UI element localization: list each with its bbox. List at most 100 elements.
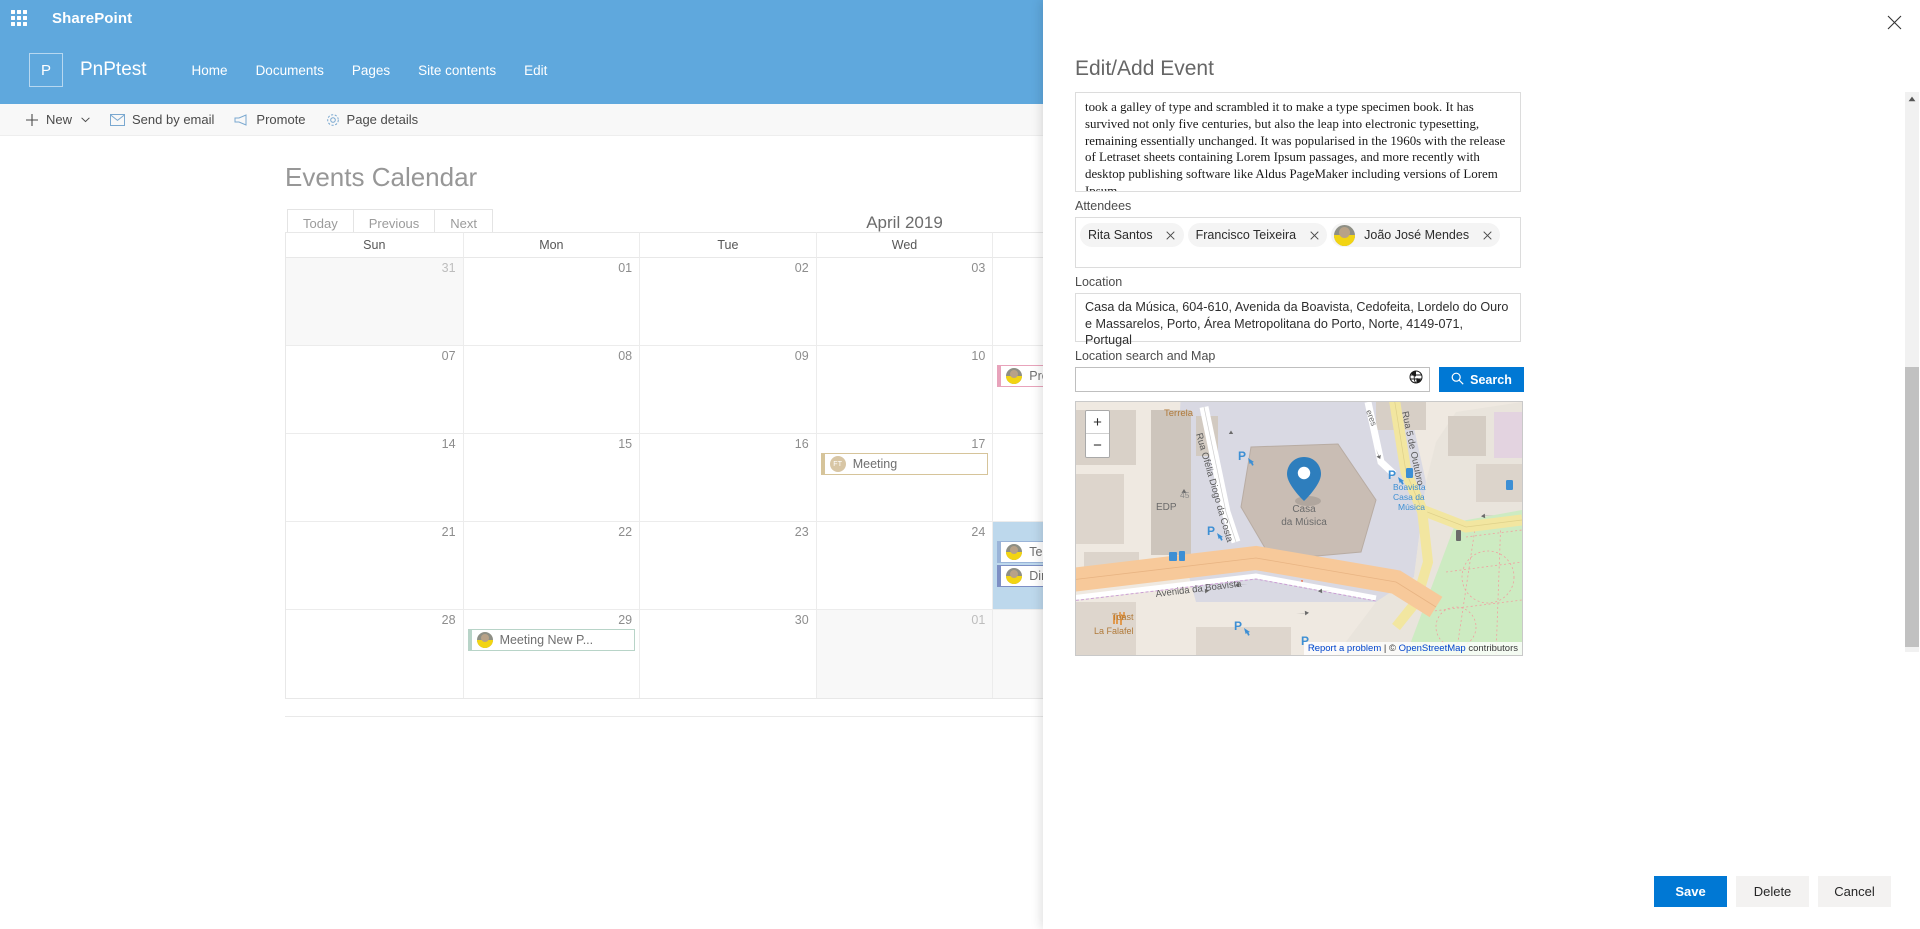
weekday-wed: Wed (815, 232, 993, 258)
scroll-up-arrow[interactable] (1905, 92, 1919, 106)
search-input[interactable] (1084, 371, 1409, 388)
attendees-field[interactable]: Rita Santos Francisco Teixeira João José… (1075, 217, 1521, 268)
scrollbar-thumb[interactable] (1905, 367, 1919, 647)
calendar-day-cell[interactable]: 07 (286, 346, 463, 434)
map-zoom-controls: + − (1085, 410, 1110, 458)
nav-item-site-contents[interactable]: Site contents (404, 57, 510, 84)
calendar-day-cell[interactable]: 01 (815, 610, 993, 698)
calendar-day-cell[interactable]: 01 (462, 258, 640, 346)
day-number: 01 (618, 261, 633, 275)
zoom-out-button[interactable]: − (1086, 434, 1109, 457)
nav-item-home[interactable]: Home (178, 57, 242, 84)
edit-event-panel: Edit/Add Event took a galley of type and… (1043, 0, 1920, 929)
calendar-day-cell[interactable]: 22 (462, 522, 640, 610)
nav-item-pages[interactable]: Pages (338, 57, 404, 84)
day-number: 24 (971, 525, 986, 539)
gear-icon (326, 113, 340, 127)
svg-text:P: P (1238, 449, 1246, 463)
day-number: 16 (794, 437, 809, 451)
day-number: 21 (441, 525, 456, 539)
calendar-day-cell[interactable]: 16 (639, 434, 816, 522)
location-map[interactable]: PP PP P Terrela EDP 45 Casa da Música La… (1075, 401, 1523, 656)
svg-text:Casa da: Casa da (1393, 492, 1425, 502)
page-details-label: Page details (346, 112, 419, 127)
calendar-day-cell[interactable]: 10 (815, 346, 993, 434)
openstreetmap-link[interactable]: OpenStreetMap (1399, 643, 1466, 654)
day-number: 14 (441, 437, 456, 451)
calendar-event[interactable]: Meeting New P... (467, 629, 636, 651)
avatar (1006, 544, 1023, 560)
page-title: Events Calendar (285, 162, 478, 192)
send-by-email-button[interactable]: Send by email (101, 108, 223, 131)
promote-label: Promote (256, 112, 306, 127)
send-by-email-label: Send by email (132, 112, 215, 127)
calendar-day-cell[interactable]: 03 (815, 258, 993, 346)
day-number: 01 (971, 613, 986, 627)
nav-item-documents[interactable]: Documents (242, 57, 338, 84)
weekday-sun: Sun (286, 232, 463, 258)
day-number: 17 (971, 437, 986, 451)
panel-scrollbar[interactable] (1905, 92, 1919, 652)
nav-item-edit[interactable]: Edit (510, 57, 561, 84)
close-icon[interactable] (1877, 5, 1911, 39)
remove-attendee-icon[interactable] (1478, 226, 1496, 244)
calendar-day-cell[interactable]: 28 (286, 610, 463, 698)
remove-attendee-icon[interactable] (1305, 226, 1323, 244)
site-logo[interactable]: P (29, 53, 63, 87)
avatar (1006, 568, 1023, 584)
weekday-mon: Mon (462, 232, 640, 258)
calendar-day-cell[interactable]: 14 (286, 434, 463, 522)
day-number: 22 (618, 525, 633, 539)
description-textarea[interactable]: took a galley of type and scrambled it t… (1075, 92, 1521, 192)
page-details-button[interactable]: Page details (317, 108, 428, 131)
envelope-icon (110, 113, 126, 126)
weekday-tue: Tue (639, 232, 816, 258)
svg-text:Música: Música (1398, 502, 1425, 512)
location-search-input[interactable] (1075, 367, 1430, 392)
location-search-row: Search (1075, 367, 1891, 392)
svg-text:P: P (1234, 619, 1242, 633)
calendar-day-cell[interactable]: 29 Meeting New P... (462, 610, 640, 698)
suite-title[interactable]: SharePoint (52, 10, 132, 27)
calendar-day-cell[interactable]: 02 (639, 258, 816, 346)
remove-attendee-icon[interactable] (1162, 226, 1180, 244)
location-label: Location (1075, 275, 1123, 289)
report-a-problem-link[interactable]: Report a problem (1308, 643, 1381, 654)
calendar-day-cell[interactable]: 23 (639, 522, 816, 610)
globe-icon[interactable] (1409, 370, 1423, 389)
plus-icon (25, 113, 39, 127)
delete-button[interactable]: Delete (1736, 875, 1809, 907)
calendar-event[interactable]: FT Meeting (820, 453, 989, 475)
panel-body: took a galley of type and scrambled it t… (1075, 92, 1891, 687)
svg-text:da Música: da Música (1281, 517, 1327, 528)
attendee-chip[interactable]: João José Mendes (1331, 223, 1501, 247)
save-button[interactable]: Save (1654, 875, 1727, 907)
svg-text:La Falafel: La Falafel (1094, 626, 1134, 636)
waffle-icon[interactable] (9, 8, 29, 28)
map-attribution: Report a problem | © OpenStreetMap contr… (1303, 642, 1522, 655)
calendar-day-cell[interactable]: 15 (462, 434, 640, 522)
new-button-label: New (46, 112, 73, 127)
calendar-day-cell[interactable]: 21 (286, 522, 463, 610)
site-name[interactable]: PnPtest (80, 59, 147, 81)
cancel-button[interactable]: Cancel (1818, 875, 1891, 907)
attendee-chip[interactable]: Francisco Teixeira (1187, 223, 1328, 247)
zoom-in-button[interactable]: + (1086, 411, 1109, 434)
day-number: 31 (441, 261, 456, 275)
chevron-down-icon (81, 116, 90, 123)
calendar-day-cell[interactable]: 31 (286, 258, 463, 346)
promote-button[interactable]: Promote (225, 108, 314, 131)
avatar: FT (829, 456, 846, 472)
search-button[interactable]: Search (1439, 367, 1524, 392)
location-textarea[interactable]: Casa da Música, 604-610, Avenida da Boav… (1075, 293, 1521, 347)
map-canvas: PP PP P Terrela EDP 45 Casa da Música La… (1076, 402, 1522, 655)
attendee-chip[interactable]: Rita Santos (1080, 223, 1184, 247)
event-title: Meeting New P... (499, 633, 594, 647)
calendar-day-cell[interactable]: 09 (639, 346, 816, 434)
calendar-day-cell[interactable]: 30 (639, 610, 816, 698)
calendar-day-cell[interactable]: 17 FT Meeting (815, 434, 993, 522)
new-button[interactable]: New (16, 108, 99, 131)
day-number: 15 (618, 437, 633, 451)
calendar-day-cell[interactable]: 08 (462, 346, 640, 434)
calendar-day-cell[interactable]: 24 (815, 522, 993, 610)
